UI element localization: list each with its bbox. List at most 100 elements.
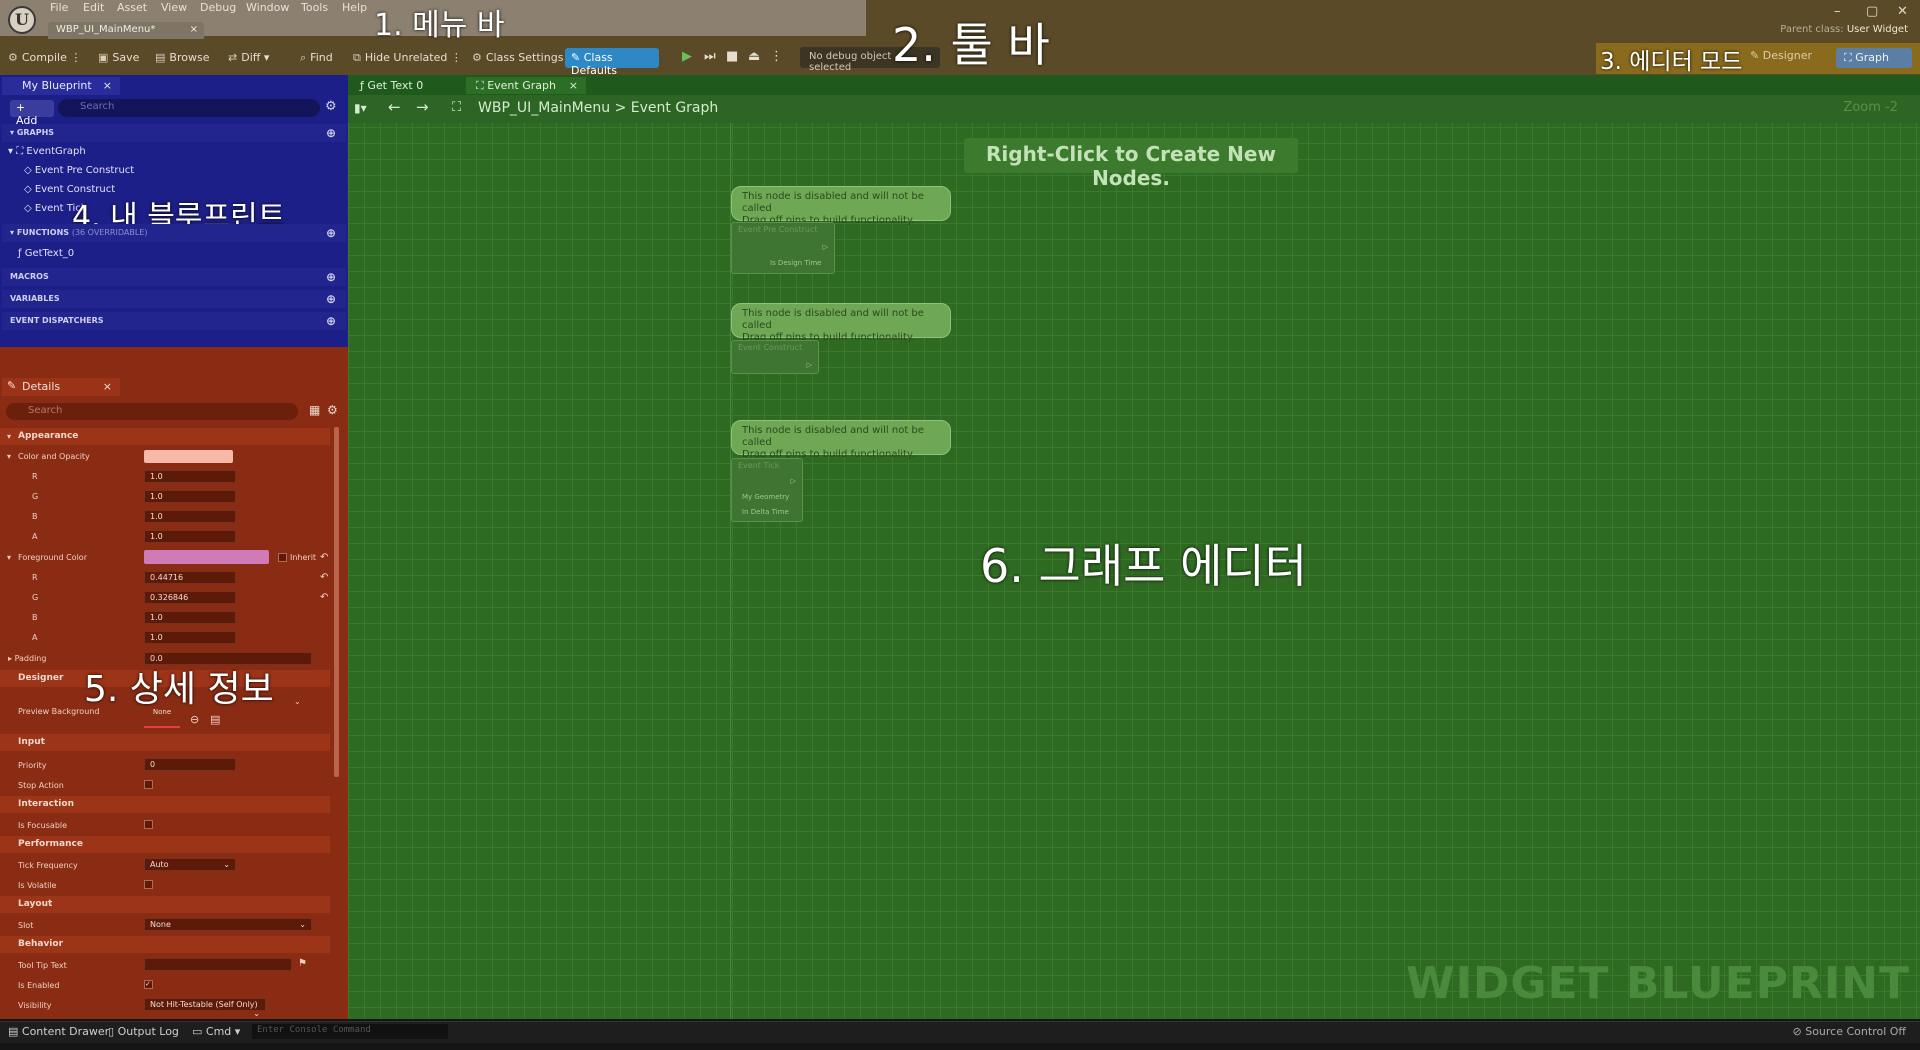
add-variable-icon[interactable]: ⊕ (326, 292, 336, 306)
close-icon[interactable]: × (190, 24, 198, 35)
menu-asset[interactable]: Asset (117, 1, 147, 14)
details-search-input[interactable]: Search (6, 403, 298, 420)
node-event-tick[interactable]: Event Tick ▷ My Geometry In Delta Time (731, 458, 803, 522)
compile-button[interactable]: ⚙ Compile ⋮ (8, 51, 81, 64)
is-focusable-checkbox[interactable] (144, 820, 153, 829)
tab-event-graph[interactable]: ⛶ Event Graph × (466, 77, 586, 94)
menu-debug[interactable]: Debug (200, 1, 236, 14)
variables-section[interactable]: VARIABLES ⊕ (2, 290, 346, 308)
table-view-icon[interactable]: ▦ (309, 403, 320, 417)
node-event-construct[interactable]: Event Construct ▷ (731, 340, 819, 374)
color-b-field[interactable]: 1.0 (144, 510, 236, 523)
event-graph-item[interactable]: ▾ ⛶ EventGraph (8, 146, 86, 157)
menu-edit[interactable]: Edit (83, 1, 104, 14)
close-icon[interactable]: × (103, 79, 112, 92)
is-enabled-checkbox[interactable]: ✓ (144, 980, 153, 989)
use-selected-icon[interactable]: ⊖ (190, 713, 199, 726)
function-item[interactable]: ƒ GetText_0 (18, 248, 74, 259)
unreal-logo-icon[interactable]: U (8, 6, 36, 34)
source-control-status[interactable]: ⊘ Source Control Off (1793, 1025, 1907, 1038)
step-icon[interactable]: ⏭ (704, 49, 716, 64)
visibility-select[interactable]: Not Hit-Testable (Self Only) ⌄ (144, 998, 266, 1018)
functions-section[interactable]: ▾ FUNCTIONS (36 OVERRIDABLE) ⊕ (2, 224, 346, 242)
settings-icon[interactable]: ⚙ (327, 403, 338, 417)
find-button[interactable]: ⌕ Find (300, 51, 333, 65)
padding-row[interactable]: ▸ Padding (8, 654, 46, 663)
flag-icon[interactable]: ⚑ (298, 958, 307, 969)
reset-icon[interactable]: ↶ (320, 592, 328, 603)
is-volatile-checkbox[interactable] (144, 880, 153, 889)
reset-icon[interactable]: ↶ (320, 552, 328, 563)
cmd-button[interactable]: ▭ Cmd ▾ (192, 1025, 240, 1038)
preview-background-swatch[interactable]: None (144, 702, 180, 728)
exec-pin-icon[interactable]: ▷ (791, 477, 796, 485)
designer-mode-button[interactable]: ✎ Designer (1750, 49, 1812, 62)
breadcrumb-leaf[interactable]: Event Graph (631, 100, 719, 116)
forward-arrow-icon[interactable]: → (416, 98, 429, 116)
graph-mode-button[interactable]: ⛶ Graph (1836, 48, 1912, 68)
exec-pin-icon[interactable]: ▷ (807, 361, 812, 369)
node-comment[interactable]: This node is disabled and will not be ca… (731, 420, 951, 460)
node-comment[interactable]: This node is disabled and will not be ca… (731, 303, 951, 343)
tab-get-text-0[interactable]: ƒ Get Text 0 (350, 77, 433, 94)
play-icon[interactable]: ▶ (682, 49, 692, 64)
inherit-checkbox[interactable] (278, 553, 287, 562)
my-blueprint-tab[interactable]: My Blueprint × (2, 77, 120, 95)
menu-view[interactable]: View (161, 1, 187, 14)
foreground-color-swatch[interactable] (144, 550, 269, 564)
foreground-r-field[interactable]: 0.44716 (144, 571, 236, 584)
stop-icon[interactable]: ■ (726, 49, 738, 64)
slot-select[interactable]: None ⌄ (144, 918, 312, 931)
menu-window[interactable]: Window (246, 1, 289, 14)
close-icon[interactable]: × (103, 380, 112, 393)
settings-icon[interactable]: ⚙ (325, 99, 337, 114)
node-event-pre-construct[interactable]: Event Pre Construct ▷ Is Design Time (731, 222, 835, 274)
graphs-section[interactable]: ▾ GRAPHS ⊕ (2, 124, 346, 142)
color-opacity-swatch[interactable] (144, 450, 233, 463)
tick-frequency-select[interactable]: Auto ⌄ (144, 858, 236, 871)
add-button[interactable]: + Add (10, 100, 54, 127)
menu-help[interactable]: Help (342, 1, 367, 14)
tooltip-text-field[interactable] (144, 958, 292, 971)
eject-icon[interactable]: ⏏ (748, 49, 760, 64)
chevron-down-icon[interactable]: ⌄ (294, 697, 301, 706)
menu-file[interactable]: File (50, 1, 68, 14)
maximize-icon[interactable]: ▢ (1866, 4, 1878, 19)
parent-class-value[interactable]: User Widget (1847, 24, 1908, 35)
color-r-field[interactable]: 1.0 (144, 470, 236, 483)
save-button[interactable]: ▣ Save (98, 51, 139, 64)
add-macro-icon[interactable]: ⊕ (326, 270, 336, 284)
minimize-icon[interactable]: – (1834, 4, 1841, 19)
bookmark-icon[interactable]: ▮▾ (354, 101, 367, 115)
hide-unrelated-button[interactable]: ⧉ Hide Unrelated ⋮ (353, 51, 462, 65)
input-category[interactable]: Input (0, 734, 330, 751)
priority-field[interactable]: 0 (144, 758, 236, 771)
browse-button[interactable]: ▤ Browse (155, 51, 209, 64)
blueprint-search-input[interactable]: Search (58, 99, 320, 117)
add-graph-icon[interactable]: ⊕ (326, 126, 336, 140)
diff-button[interactable]: ⇄ Diff ▾ (228, 51, 269, 64)
details-tab[interactable]: Details × (2, 378, 120, 396)
layout-category[interactable]: Layout (0, 896, 330, 913)
breadcrumb-root[interactable]: WBP_UI_MainMenu (478, 100, 610, 116)
event-pre-construct-item[interactable]: ◇ Event Pre Construct (24, 165, 134, 176)
foreground-b-field[interactable]: 1.0 (144, 611, 236, 624)
class-settings-button[interactable]: ⚙ Class Settings (472, 51, 563, 64)
stop-action-checkbox[interactable] (144, 780, 153, 789)
behavior-category[interactable]: Behavior (0, 936, 330, 953)
content-drawer-button[interactable]: ▤ Content Drawer (8, 1025, 109, 1038)
add-dispatcher-icon[interactable]: ⊕ (326, 314, 336, 328)
back-arrow-icon[interactable]: ← (388, 98, 401, 116)
color-g-field[interactable]: 1.0 (144, 490, 236, 503)
exec-pin-icon[interactable]: ▷ (823, 243, 828, 251)
appearance-category[interactable]: Appearance (0, 428, 330, 445)
details-scrollbar[interactable] (334, 427, 339, 777)
foreground-g-field[interactable]: 0.326846 (144, 591, 236, 604)
close-icon[interactable]: × (569, 79, 578, 92)
menu-tools[interactable]: Tools (301, 1, 328, 14)
close-window-icon[interactable]: ✕ (1897, 4, 1908, 19)
document-tab[interactable]: WBP_UI_MainMenu* × (48, 22, 204, 39)
add-function-icon[interactable]: ⊕ (326, 226, 336, 240)
performance-category[interactable]: Performance (0, 836, 330, 853)
output-log-button[interactable]: ▯ Output Log (108, 1025, 179, 1038)
